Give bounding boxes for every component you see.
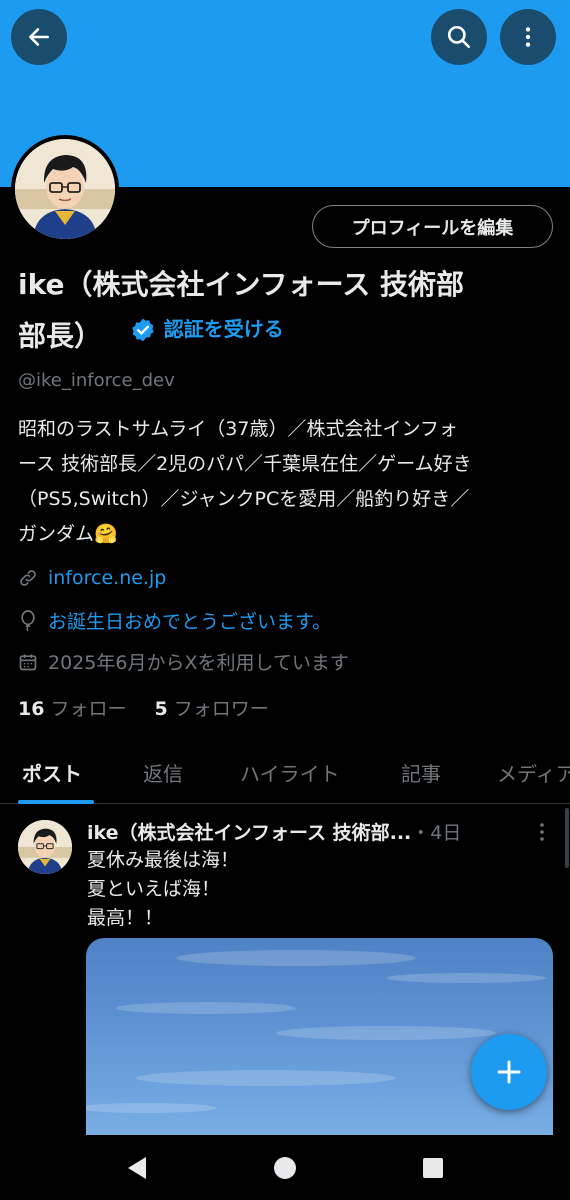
profile-tabs: ポスト 返信 ハイライト 記事 メディア [0, 758, 570, 804]
post-line: 夏といえば海！ [87, 878, 221, 900]
post-avatar[interactable] [18, 820, 72, 874]
website-link[interactable]: inforce.ne.jp [48, 567, 166, 589]
arrow-left-icon [29, 28, 49, 46]
following-label: フォロー [50, 698, 127, 720]
tab-replies[interactable]: 返信 [143, 758, 183, 787]
post-header: ike（株式会社インフォース 技術部...・4日 [87, 818, 527, 845]
more-vertical-icon [525, 27, 531, 47]
post-line: 夏休み最後は海！ [87, 849, 240, 871]
verified-badge-icon [132, 318, 154, 341]
post-line: 最高！！ [87, 907, 164, 929]
plus-icon [497, 1060, 521, 1084]
avatar-illustration [18, 820, 72, 874]
search-button[interactable] [431, 9, 487, 65]
profile-avatar[interactable] [11, 135, 119, 243]
post-text: 夏休み最後は海！ 夏といえば海！ 最高！！ [87, 846, 239, 933]
profile-bio: 昭和のラストサムライ（37歳）／株式会社インフォ ース 技術部長／2児のパパ／千… [18, 412, 558, 552]
edit-profile-button[interactable]: プロフィールを編集 [312, 205, 553, 248]
tab-media[interactable]: メディア [497, 758, 570, 787]
post-time: ・4日 [411, 822, 462, 844]
post-image[interactable] [86, 938, 553, 1138]
bio-line: 昭和のラストサムライ（37歳）／株式会社インフォ [18, 418, 458, 440]
profile-name-line2: 部長） [18, 319, 103, 353]
post-more-icon[interactable] [533, 822, 551, 842]
profile-name-line1: ike（株式会社インフォース 技術部 [18, 268, 464, 301]
link-icon [20, 570, 36, 586]
nav-home-icon[interactable] [272, 1155, 298, 1181]
following-link[interactable]: 16 フォロー [18, 694, 126, 721]
search-icon [447, 25, 471, 49]
scrollbar-thumb[interactable] [565, 808, 569, 868]
avatar-illustration [15, 139, 115, 239]
profile-name: ike（株式会社インフォース 技術部 部長） 認証を受ける [18, 262, 558, 359]
system-navigation-bar [0, 1135, 570, 1200]
joined-date: 2025年6月からXを利用しています [48, 652, 349, 674]
nav-recents-icon[interactable] [422, 1155, 444, 1181]
birthday-message[interactable]: お誕生日おめでとうございます。 [48, 607, 331, 634]
tab-articles[interactable]: 記事 [401, 758, 441, 787]
bio-line: ース 技術部長／2児のパパ／千葉県在住／ゲーム好き [18, 453, 472, 475]
profile-handle: @ike_inforce_dev [18, 370, 175, 391]
followers-count: 5 [154, 698, 168, 720]
website-row: inforce.ne.jp [18, 567, 166, 589]
active-tab-indicator [18, 800, 94, 804]
tab-highlights[interactable]: ハイライト [240, 758, 340, 787]
bio-line: ガンダム🤗 [18, 523, 118, 545]
verify-label: 認証を受ける [163, 317, 284, 341]
post-author[interactable]: ike（株式会社インフォース 技術部... [87, 822, 411, 844]
nav-back-icon[interactable] [125, 1155, 149, 1181]
get-verified-button[interactable]: 認証を受ける [130, 307, 284, 352]
compose-post-button[interactable] [471, 1034, 547, 1110]
profile-name-line2-row: 部長） 認証を受ける [18, 307, 558, 359]
balloon-icon [21, 609, 35, 631]
more-options-button[interactable] [500, 9, 556, 65]
birthday-row: お誕生日おめでとうございます。 [18, 607, 331, 634]
follow-stats: 16 フォロー 5 フォロワー [18, 694, 291, 721]
bio-line: （PS5,Switch）／ジャンクPCを愛用／船釣り好き／ [18, 488, 470, 510]
sky-photo [86, 950, 546, 1113]
joined-row: 2025年6月からXを利用しています [18, 648, 349, 675]
tab-posts[interactable]: ポスト [22, 758, 82, 787]
calendar-icon [19, 654, 37, 670]
followers-label: フォロワー [173, 698, 269, 720]
following-count: 16 [18, 698, 45, 720]
followers-link[interactable]: 5 フォロワー [155, 694, 269, 721]
back-button[interactable] [11, 9, 67, 65]
